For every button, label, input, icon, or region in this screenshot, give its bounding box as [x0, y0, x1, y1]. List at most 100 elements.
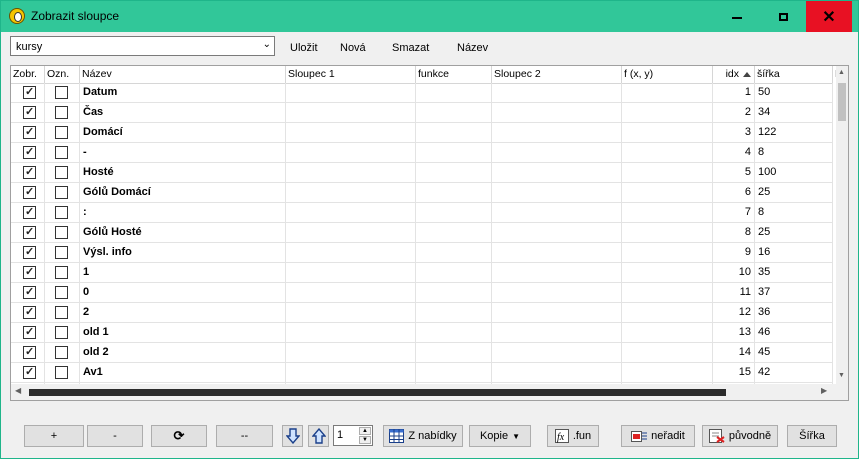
function-cell[interactable] — [416, 143, 492, 162]
column1-cell[interactable] — [286, 303, 416, 322]
marked-cell[interactable] — [45, 163, 80, 182]
fxy-cell[interactable] — [622, 283, 713, 302]
column2-cell[interactable] — [492, 283, 622, 302]
function-cell[interactable] — [416, 363, 492, 382]
column1-cell[interactable] — [286, 263, 416, 282]
width-cell[interactable]: 42 — [755, 363, 833, 382]
column2-cell[interactable] — [492, 163, 622, 182]
width-cell[interactable]: 35 — [755, 263, 833, 282]
marked-cell[interactable] — [45, 143, 80, 162]
show-checkbox[interactable] — [23, 245, 36, 259]
mark-checkbox[interactable] — [55, 226, 68, 239]
fxy-cell[interactable] — [622, 123, 713, 142]
name-cell[interactable]: 0 — [80, 283, 286, 302]
shown-cell[interactable] — [11, 303, 45, 322]
mark-checkbox[interactable] — [55, 166, 68, 179]
remove-button[interactable]: - — [87, 425, 143, 447]
shown-cell[interactable] — [11, 243, 45, 262]
move-up-button[interactable] — [308, 425, 329, 447]
width-cell[interactable]: 37 — [755, 283, 833, 302]
show-checkbox[interactable] — [23, 225, 36, 239]
table-row[interactable]: 1 1035 — [11, 263, 833, 283]
column1-cell[interactable] — [286, 103, 416, 122]
mark-checkbox[interactable] — [55, 146, 68, 159]
name-cell[interactable]: Datum — [80, 83, 286, 102]
name-cell[interactable]: - — [80, 143, 286, 162]
marked-cell[interactable] — [45, 243, 80, 262]
width-cell[interactable]: 25 — [755, 183, 833, 202]
marked-cell[interactable] — [45, 263, 80, 282]
column2-cell[interactable] — [492, 103, 622, 122]
copy-dropdown-button[interactable]: Kopie ▼ — [469, 425, 531, 447]
show-checkbox[interactable] — [23, 265, 36, 279]
horizontal-scroll-thumb[interactable] — [29, 389, 726, 396]
fxy-cell[interactable] — [622, 143, 713, 162]
refresh-button[interactable]: ⟳ — [151, 425, 207, 447]
marked-cell[interactable] — [45, 223, 80, 242]
scroll-left-icon[interactable]: ◀ — [15, 386, 21, 395]
idx-cell[interactable]: 10 — [713, 263, 755, 282]
title-bar[interactable]: Zobrazit sloupce ✕ — [1, 1, 858, 32]
minimize-button[interactable] — [714, 1, 760, 32]
width-cell[interactable]: 45 — [755, 343, 833, 362]
column2-cell[interactable] — [492, 83, 622, 102]
name-cell[interactable]: 1 — [80, 263, 286, 282]
col-header-name[interactable]: Název — [80, 66, 286, 83]
shown-cell[interactable] — [11, 203, 45, 222]
fxy-cell[interactable] — [622, 203, 713, 222]
maximize-button[interactable] — [760, 1, 806, 32]
shown-cell[interactable] — [11, 363, 45, 382]
name-cell[interactable]: : — [80, 203, 286, 222]
function-cell[interactable] — [416, 243, 492, 262]
table-row[interactable]: Gólů Hosté 825 — [11, 223, 833, 243]
table-row[interactable]: 0 1137 — [11, 283, 833, 303]
shown-cell[interactable] — [11, 163, 45, 182]
fxy-cell[interactable] — [622, 183, 713, 202]
width-cell[interactable]: 8 — [755, 143, 833, 162]
shown-cell[interactable] — [11, 323, 45, 342]
col-header-column2[interactable]: Sloupec 2 — [492, 66, 622, 83]
fxy-cell[interactable] — [622, 363, 713, 382]
width-cell[interactable]: 34 — [755, 103, 833, 122]
move-down-button[interactable] — [282, 425, 303, 447]
column2-cell[interactable] — [492, 143, 622, 162]
column2-cell[interactable] — [492, 183, 622, 202]
shown-cell[interactable] — [11, 103, 45, 122]
table-row[interactable]: 2 1236 — [11, 303, 833, 323]
marked-cell[interactable] — [45, 303, 80, 322]
show-checkbox[interactable] — [23, 285, 36, 299]
name-cell[interactable]: 2 — [80, 303, 286, 322]
width-cell[interactable]: 50 — [755, 83, 833, 102]
col-header-column1[interactable]: Sloupec 1 — [286, 66, 416, 83]
mark-checkbox[interactable] — [55, 346, 68, 359]
mark-checkbox[interactable] — [55, 86, 68, 99]
column2-cell[interactable] — [492, 223, 622, 242]
width-cell[interactable]: 25 — [755, 223, 833, 242]
mark-checkbox[interactable] — [55, 306, 68, 319]
function-cell[interactable] — [416, 123, 492, 142]
marked-cell[interactable] — [45, 103, 80, 122]
from-menu-button[interactable]: Z nabídky — [383, 425, 463, 447]
col-header-marked[interactable]: Ozn. — [45, 66, 80, 83]
mark-checkbox[interactable] — [55, 206, 68, 219]
marked-cell[interactable] — [45, 203, 80, 222]
function-cell[interactable] — [416, 223, 492, 242]
show-checkbox[interactable] — [23, 365, 36, 379]
table-row[interactable]: Av1 1542 — [11, 363, 833, 383]
name-cell[interactable]: Hosté — [80, 163, 286, 182]
width-cell[interactable]: 100 — [755, 163, 833, 182]
width-cell[interactable]: 46 — [755, 323, 833, 342]
width-cell[interactable]: 8 — [755, 203, 833, 222]
col-header-width[interactable]: šířka — [755, 66, 833, 83]
mark-checkbox[interactable] — [55, 126, 68, 139]
show-checkbox[interactable] — [23, 325, 36, 339]
name-cell[interactable]: Výsl. info — [80, 243, 286, 262]
idx-cell[interactable]: 2 — [713, 103, 755, 122]
column1-cell[interactable] — [286, 243, 416, 262]
column2-cell[interactable] — [492, 243, 622, 262]
mark-checkbox[interactable] — [55, 286, 68, 299]
function-cell[interactable] — [416, 203, 492, 222]
idx-cell[interactable]: 9 — [713, 243, 755, 262]
table-row[interactable]: Gólů Domácí 625 — [11, 183, 833, 203]
fxy-cell[interactable] — [622, 243, 713, 262]
